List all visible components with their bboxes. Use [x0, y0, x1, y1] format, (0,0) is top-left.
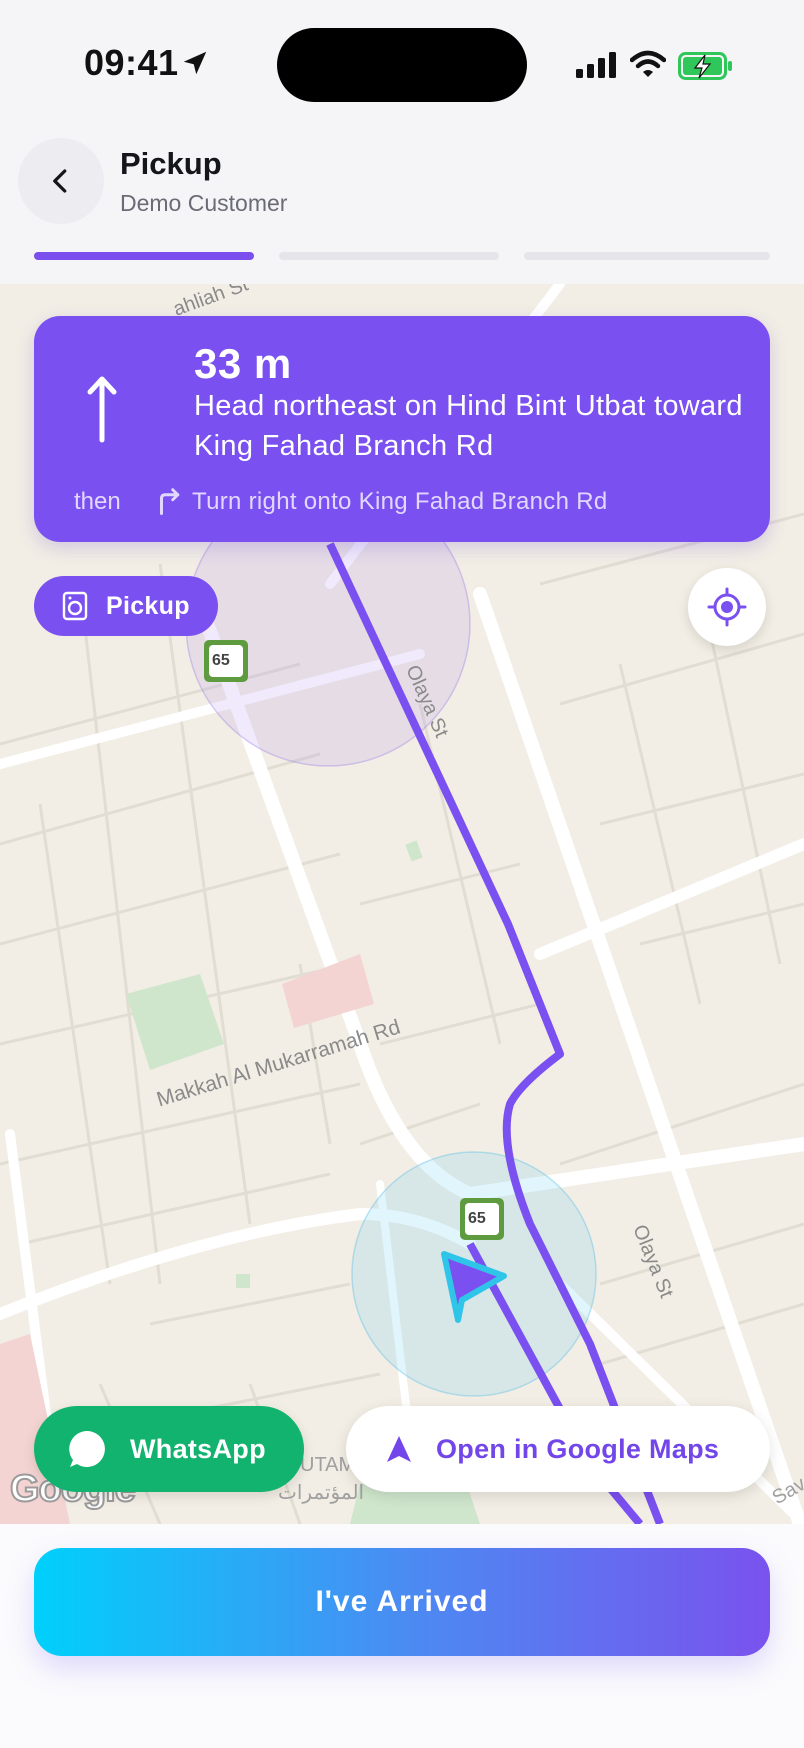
- whatsapp-label: WhatsApp: [130, 1433, 266, 1464]
- poi-label-ar: المؤتمرات: [278, 1482, 365, 1504]
- whatsapp-icon: [69, 1430, 105, 1467]
- pickup-marker-label[interactable]: Pickup: [34, 576, 218, 636]
- nav-instruction: Head northeast on Hind Bint Utbat toward…: [194, 390, 743, 462]
- arrow-up-icon: [87, 376, 117, 443]
- page-title: Pickup: [120, 146, 222, 181]
- cellular-signal-icon: [576, 52, 616, 78]
- arrived-button[interactable]: I've Arrived: [34, 1548, 770, 1656]
- step-progress-1: [34, 252, 254, 260]
- nav-distance: 33 m: [194, 340, 292, 387]
- navigation-instruction-card: 33 m Head northeast on Hind Bint Utbat t…: [34, 316, 770, 542]
- customer-name: Demo Customer: [120, 190, 288, 216]
- status-time: 09:41: [84, 42, 179, 83]
- washing-machine-icon: [62, 591, 88, 621]
- whatsapp-button[interactable]: WhatsApp: [34, 1406, 304, 1492]
- shield-number-bottom: 65: [468, 1210, 486, 1227]
- location-arrow-icon: [183, 51, 207, 75]
- pickup-label: Pickup: [106, 591, 190, 620]
- step-progress-2: [279, 252, 499, 260]
- turn-right-icon: [160, 488, 180, 515]
- wifi-icon: [630, 50, 666, 77]
- park-small-2: [236, 1274, 250, 1288]
- google-maps-label: Open in Google Maps: [436, 1433, 720, 1464]
- navigation-icon: [387, 1436, 411, 1462]
- battery-charging-icon: [678, 52, 732, 80]
- recenter-button[interactable]: [688, 568, 766, 646]
- dynamic-island: [277, 28, 527, 102]
- crosshair-icon: [707, 587, 747, 627]
- shield-number-top: 65: [212, 652, 230, 669]
- status-bar: 09:41: [0, 0, 804, 120]
- step-progress-3: [524, 252, 770, 260]
- nav-then-label: then: [74, 488, 121, 515]
- nav-next-instruction: Turn right onto King Fahad Branch Rd: [192, 488, 608, 515]
- header: Pickup Demo Customer: [0, 130, 804, 270]
- arrived-label: I've Arrived: [315, 1585, 489, 1618]
- open-google-maps-button[interactable]: Open in Google Maps: [346, 1406, 770, 1492]
- chevron-left-icon: [53, 169, 67, 193]
- back-button[interactable]: [18, 138, 104, 224]
- screen: 09:41 Pickup Demo Customer ahliah St Ola…: [0, 0, 804, 1748]
